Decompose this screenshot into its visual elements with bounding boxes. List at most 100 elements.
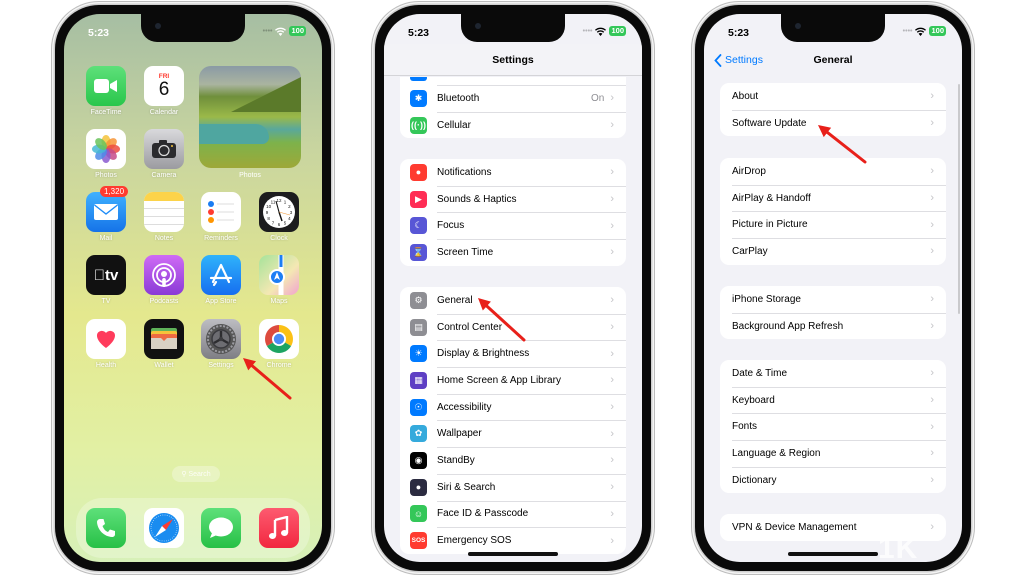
dynamic-notch xyxy=(461,14,565,42)
settings-row-screen-time[interactable]: ⌛ Screen Time › xyxy=(400,239,626,266)
general-row-fonts[interactable]: Fonts › xyxy=(720,413,946,440)
settings-row-bluetooth[interactable]: ✱ Bluetooth On › xyxy=(400,85,626,112)
settings-row-focus[interactable]: ☾ Focus › xyxy=(400,212,626,239)
row-label: StandBy xyxy=(437,454,475,466)
reminders-icon xyxy=(201,192,241,232)
general-row-picture-in-picture[interactable]: Picture in Picture › xyxy=(720,211,946,238)
settings-row-accessibility[interactable]: ☉ Accessibility › xyxy=(400,393,626,421)
settings-row-general[interactable]: ⚙ General › xyxy=(400,287,626,314)
chrome-icon xyxy=(259,319,299,359)
chevron-right-icon: › xyxy=(610,321,614,334)
app-label: Chrome xyxy=(266,362,292,369)
app-settings[interactable]: Settings xyxy=(201,319,241,369)
settings-row-sounds-haptics[interactable]: ▶ Sounds & Haptics › xyxy=(400,185,626,213)
app-chrome[interactable]: Chrome xyxy=(259,319,299,369)
chevron-right-icon: › xyxy=(930,165,934,178)
app-calendar[interactable]: FRI 6 Calendar xyxy=(144,66,184,116)
chevron-right-icon: › xyxy=(610,534,614,547)
wallet-icon xyxy=(144,319,184,359)
settings-row-siri-search[interactable]: ● Siri & Search › xyxy=(400,473,626,501)
app-label: Calendar xyxy=(149,109,179,116)
settings-row-cellular[interactable]: ((·)) Cellular › xyxy=(400,111,626,139)
settings-icon xyxy=(201,319,241,359)
row-label: Dictionary xyxy=(732,474,777,486)
status-time: 5:23 xyxy=(728,27,750,39)
general-row-about[interactable]: About › xyxy=(720,83,946,110)
svg-text:11: 11 xyxy=(271,200,276,205)
settings-row-face-id-passcode[interactable]: ☺ Face ID & Passcode › xyxy=(400,500,626,528)
calendar-icon: FRI 6 xyxy=(144,66,184,106)
app-camera[interactable]: Camera xyxy=(144,129,184,179)
settings-row-partial[interactable] xyxy=(400,77,626,85)
app-mail[interactable]: 1,320 Mail xyxy=(86,186,129,242)
row-label: Picture in Picture xyxy=(732,219,808,231)
general-row-dictionary[interactable]: Dictionary › xyxy=(720,466,946,494)
row-label: Keyboard xyxy=(732,394,775,406)
row-label: Siri & Search xyxy=(437,481,496,493)
settings-row-emergency-sos[interactable]: SOS Emergency SOS › xyxy=(400,527,626,554)
search-label: Search xyxy=(188,470,211,478)
app-label: Reminders xyxy=(204,235,238,242)
settings-row-home-screen-app-library[interactable]: ▦ Home Screen & App Library › xyxy=(400,367,626,394)
app-app-store[interactable]: App Store xyxy=(201,255,241,305)
app-wallet[interactable]: Wallet xyxy=(144,319,184,369)
app-maps[interactable]: Maps xyxy=(259,255,299,305)
app-facetime[interactable]: FaceTime xyxy=(86,66,126,116)
settings-row-wallpaper[interactable]: ✿ Wallpaper › xyxy=(400,420,626,447)
row-label: CarPlay xyxy=(732,245,768,257)
chevron-right-icon: › xyxy=(610,427,614,440)
general-row-background-app-refresh[interactable]: Background App Refresh › xyxy=(720,312,946,340)
home-search-button[interactable]: ⚲ Search xyxy=(172,466,220,482)
row-label: Wallpaper xyxy=(437,428,482,440)
app-photos[interactable]: Photos xyxy=(86,129,126,179)
row-label: Cellular xyxy=(437,119,471,131)
chevron-right-icon: › xyxy=(930,117,934,130)
general-group: AirDrop › AirPlay & Handoff › Picture in Pic… xyxy=(720,158,946,265)
row-label: Face ID & Passcode xyxy=(437,508,529,520)
row-label: Control Center xyxy=(437,321,503,333)
settings-nav-bar: Settings xyxy=(384,44,642,76)
photos-widget[interactable] xyxy=(199,66,301,168)
app-notes[interactable]: Notes xyxy=(144,192,184,242)
app-label: Maps xyxy=(270,298,288,305)
app-label: Photos xyxy=(95,172,117,179)
settings-row-control-center[interactable]: ▤ Control Center › xyxy=(400,313,626,341)
row-label: Background App Refresh xyxy=(732,320,844,332)
general-row-airdrop[interactable]: AirDrop › xyxy=(720,158,946,185)
app-store-icon xyxy=(201,255,241,295)
dock-app-safari[interactable] xyxy=(144,508,184,548)
settings-row-display-brightness[interactable]: ☀ Display & Brightness › xyxy=(400,340,626,367)
maps-icon xyxy=(259,255,299,295)
tv-icon: tv xyxy=(86,255,126,295)
chevron-right-icon: › xyxy=(930,90,934,103)
dock-app-messages[interactable] xyxy=(201,508,241,548)
chevron-right-icon: › xyxy=(930,218,934,231)
settings-row-notifications[interactable]: ● Notifications › xyxy=(400,159,626,186)
app-label: FaceTime xyxy=(90,109,122,116)
general-row-carplay[interactable]: CarPlay › xyxy=(720,238,946,265)
general-group: iPhone Storage › Background App Refresh › xyxy=(720,286,946,340)
chevron-left-icon xyxy=(714,53,722,67)
general-row-keyboard[interactable]: Keyboard › xyxy=(720,386,946,414)
row-label: Software Update xyxy=(732,117,807,129)
sos-icon: SOS xyxy=(410,532,427,550)
dock-app-music[interactable] xyxy=(259,508,299,548)
general-row-language-region[interactable]: Language & Region › xyxy=(720,440,946,467)
scrollbar[interactable] xyxy=(958,84,960,314)
general-row-iphone-storage[interactable]: iPhone Storage › xyxy=(720,286,946,313)
signal-icon: •••• xyxy=(582,27,593,35)
back-button[interactable]: Settings xyxy=(714,44,763,76)
dock-app-phone[interactable] xyxy=(86,508,126,548)
app-reminders[interactable]: Reminders xyxy=(201,192,241,242)
row-label: iPhone Storage xyxy=(732,293,801,305)
general-row-date-time[interactable]: Date & Time › xyxy=(720,360,946,387)
general-row-airplay-handoff[interactable]: AirPlay & Handoff › xyxy=(720,184,946,212)
row-label: AirDrop xyxy=(732,165,766,177)
app-clock[interactable]: 12 1 2 3 4 5 6 7 8 9 10 11 Clock xyxy=(259,192,299,242)
general-row-software-update[interactable]: Software Update › xyxy=(720,109,946,137)
app-tv[interactable]: tv TV xyxy=(86,255,126,305)
row-label: Accessibility xyxy=(437,401,492,413)
app-podcasts[interactable]: Podcasts xyxy=(144,255,184,305)
settings-row-standby[interactable]: ◉ StandBy › xyxy=(400,447,626,474)
app-health[interactable]: Health xyxy=(86,319,126,369)
